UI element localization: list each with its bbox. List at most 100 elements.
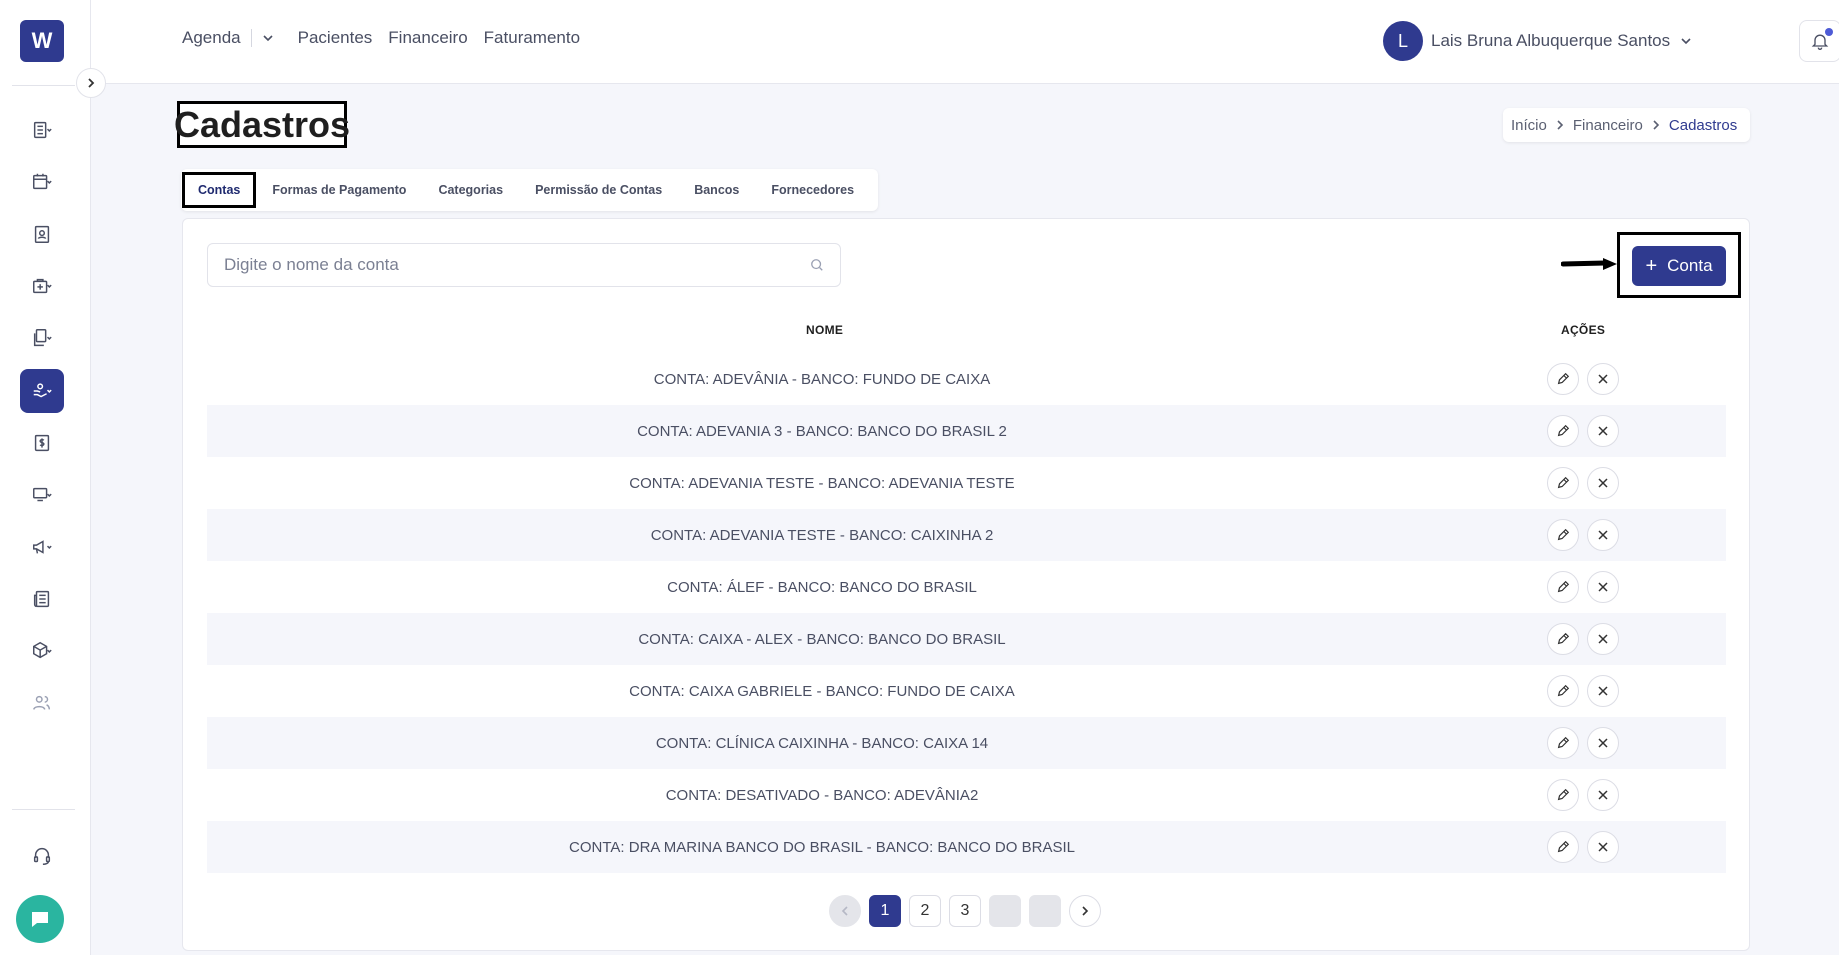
nav-faturamento[interactable]: Faturamento xyxy=(484,28,580,48)
nav-pacientes[interactable]: Pacientes xyxy=(298,28,373,48)
pencil-icon xyxy=(1557,788,1570,801)
account-name: CONTA: ÁLEF - BANCO: BANCO DO BRASIL xyxy=(667,578,977,596)
sidebar-item-news[interactable] xyxy=(20,577,64,621)
column-header-nome: NOME xyxy=(806,323,844,337)
page-button-placeholder[interactable] xyxy=(1029,895,1061,927)
sidebar-item-users[interactable] xyxy=(20,681,64,725)
page-button-2[interactable]: 2 xyxy=(909,895,941,927)
account-name: CONTA: DESATIVADO - BANCO: ADEVÂNIA2 xyxy=(665,786,979,804)
sidebar-item-documents[interactable] xyxy=(20,316,64,360)
list-icon xyxy=(33,121,52,139)
page-button-placeholder[interactable] xyxy=(989,895,1021,927)
sidebar-toggle-button[interactable] xyxy=(76,68,106,98)
edit-button[interactable] xyxy=(1547,519,1579,551)
sidebar-item-marketing[interactable] xyxy=(20,525,64,569)
pencil-icon xyxy=(1557,736,1570,749)
sidebar-item-list[interactable] xyxy=(20,108,64,152)
chevron-down-icon xyxy=(1681,38,1691,45)
table-row: CONTA: CAIXA GABRIELE - BANCO: FUNDO DE … xyxy=(207,665,1726,717)
delete-button[interactable] xyxy=(1587,779,1619,811)
next-page-button[interactable] xyxy=(1069,895,1101,927)
edit-button[interactable] xyxy=(1547,623,1579,655)
delete-button[interactable] xyxy=(1587,571,1619,603)
user-menu-chevron xyxy=(1680,35,1692,47)
table-row: CONTA: ADEVANIA TESTE - BANCO: ADEVANIA … xyxy=(207,457,1726,509)
tab-contas[interactable]: Contas xyxy=(182,172,257,208)
tab-fornecedores[interactable]: Fornecedores xyxy=(755,169,870,211)
table-row: CONTA: ADEVANIA TESTE - BANCO: CAIXINHA … xyxy=(207,509,1726,561)
edit-button[interactable] xyxy=(1547,571,1579,603)
edit-button[interactable] xyxy=(1547,675,1579,707)
sidebar-divider-bottom xyxy=(12,809,75,810)
nav-financeiro[interactable]: Financeiro xyxy=(388,28,467,48)
close-icon xyxy=(1598,374,1608,384)
delete-button[interactable] xyxy=(1587,623,1619,655)
agenda-dropdown-toggle[interactable] xyxy=(262,32,274,44)
page-button-3[interactable]: 3 xyxy=(949,895,981,927)
delete-button[interactable] xyxy=(1587,831,1619,863)
account-name: CONTA: DRA MARINA BANCO DO BRASIL - BANC… xyxy=(569,838,1075,856)
breadcrumb-financeiro[interactable]: Financeiro xyxy=(1573,117,1643,134)
edit-button[interactable] xyxy=(1547,831,1579,863)
sidebar-item-finance[interactable] xyxy=(20,369,64,413)
edit-button[interactable] xyxy=(1547,363,1579,395)
delete-button[interactable] xyxy=(1587,415,1619,447)
annotation-arrow-icon xyxy=(1561,258,1617,270)
edit-button[interactable] xyxy=(1547,415,1579,447)
page-button-1[interactable]: 1 xyxy=(869,895,901,927)
sidebar-item-patients[interactable] xyxy=(20,212,64,256)
users-icon xyxy=(33,695,51,710)
chat-button[interactable] xyxy=(16,895,64,943)
sidebar-item-medical[interactable] xyxy=(20,264,64,308)
delete-button[interactable] xyxy=(1587,519,1619,551)
add-conta-label: Conta xyxy=(1667,256,1713,275)
app-logo[interactable]: W xyxy=(20,20,64,62)
search-input[interactable] xyxy=(224,255,810,275)
sidebar-item-billing[interactable] xyxy=(20,421,64,465)
newspaper-icon xyxy=(33,590,50,608)
pencil-icon xyxy=(1557,580,1570,593)
chevron-right-icon xyxy=(1557,120,1563,130)
tab-formas-de-pagamento[interactable]: Formas de Pagamento xyxy=(256,169,422,211)
close-icon xyxy=(1598,686,1608,696)
user-menu[interactable]: L Lais Bruna Albuquerque Santos xyxy=(1383,21,1692,61)
add-conta-button[interactable]: + Conta xyxy=(1632,246,1726,286)
tab-categorias[interactable]: Categorias xyxy=(422,169,519,211)
sidebar: W xyxy=(0,0,91,955)
table-row: CONTA: DESATIVADO - BANCO: ADEVÂNIA2 xyxy=(207,769,1726,821)
edit-button[interactable] xyxy=(1547,779,1579,811)
chevron-down-icon xyxy=(263,35,273,42)
sidebar-divider xyxy=(12,85,75,86)
delete-button[interactable] xyxy=(1587,727,1619,759)
tab-bancos[interactable]: Bancos xyxy=(678,169,755,211)
breadcrumb-inicio[interactable]: Início xyxy=(1511,117,1547,134)
accounts-table: CONTA: ADEVÂNIA - BANCO: FUNDO DE CAIXA … xyxy=(207,353,1726,873)
notifications-button[interactable] xyxy=(1799,20,1839,62)
chevron-right-icon xyxy=(1653,120,1660,130)
account-name: CONTA: ADEVÂNIA - BANCO: FUNDO DE CAIXA xyxy=(653,370,991,388)
column-header-acoes: AÇÕES xyxy=(1561,323,1606,337)
nav-agenda[interactable]: Agenda xyxy=(182,28,241,48)
prev-page-button[interactable] xyxy=(829,895,861,927)
monitor-icon xyxy=(33,487,52,502)
delete-button[interactable] xyxy=(1587,363,1619,395)
tab-bar: Contas Formas de Pagamento Categorias Pe… xyxy=(181,169,879,211)
delete-button[interactable] xyxy=(1587,467,1619,499)
edit-button[interactable] xyxy=(1547,727,1579,759)
tab-permissao-de-contas[interactable]: Permissão de Contas xyxy=(519,169,678,211)
table-row: CONTA: ADEVANIA 3 - BANCO: BANCO DO BRAS… xyxy=(207,405,1726,457)
topbar: Agenda Pacientes Financeiro Faturamento … xyxy=(91,0,1839,84)
edit-button[interactable] xyxy=(1547,467,1579,499)
sidebar-item-monitor[interactable] xyxy=(20,473,64,517)
table-row: CONTA: ADEVÂNIA - BANCO: FUNDO DE CAIXA xyxy=(207,353,1726,405)
sidebar-item-calendar[interactable] xyxy=(20,160,64,204)
account-name: CONTA: ADEVANIA TESTE - BANCO: CAIXINHA … xyxy=(650,526,994,544)
account-name: CONTA: ADEVANIA 3 - BANCO: BANCO DO BRAS… xyxy=(637,422,1007,440)
pencil-icon xyxy=(1557,840,1570,853)
chevron-left-icon xyxy=(841,906,848,916)
delete-button[interactable] xyxy=(1587,675,1619,707)
sidebar-item-inventory[interactable] xyxy=(20,629,64,673)
sidebar-item-support[interactable] xyxy=(20,834,64,878)
nav-separator xyxy=(250,29,252,47)
close-icon xyxy=(1598,582,1608,592)
